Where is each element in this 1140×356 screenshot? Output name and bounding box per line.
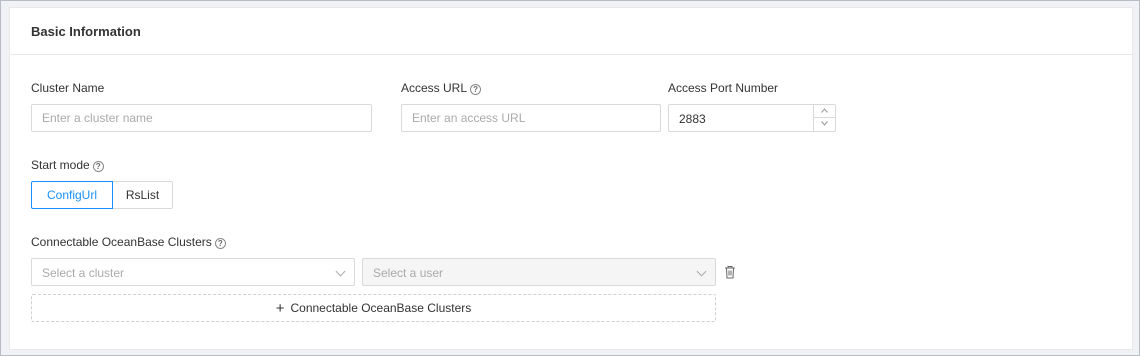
chevron-down-icon: [821, 121, 828, 126]
cluster-name-input[interactable]: [31, 104, 372, 132]
cluster-select[interactable]: Select a cluster: [31, 258, 355, 286]
start-mode-rslist-button[interactable]: RsList: [112, 181, 173, 209]
chevron-up-icon: [821, 108, 828, 113]
question-circle-icon[interactable]: ?: [92, 161, 104, 172]
start-mode-label: Start mode?: [31, 158, 104, 172]
user-select: Select a user: [362, 258, 716, 286]
add-connectable-cluster-button[interactable]: + Connectable OceanBase Clusters: [31, 294, 716, 322]
start-mode-configurl-button[interactable]: ConfigUrl: [31, 181, 113, 209]
trash-icon[interactable]: [724, 265, 736, 279]
access-port-value[interactable]: 2883: [679, 112, 706, 126]
connectable-clusters-label: Connectable OceanBase Clusters?: [31, 235, 226, 249]
plus-icon: +: [275, 300, 285, 317]
chevron-down-icon: [335, 266, 346, 277]
access-port-input[interactable]: 2883: [668, 104, 836, 132]
access-url-input[interactable]: [401, 104, 661, 132]
access-url-label: Access URL?: [401, 81, 482, 95]
section-title: Basic Information: [31, 24, 141, 39]
card-header: Basic Information: [10, 8, 1132, 55]
add-connectable-cluster-label: Connectable OceanBase Clusters: [290, 301, 472, 315]
cluster-name-label-text: Cluster Name: [31, 81, 105, 95]
access-port-label-text: Access Port Number: [668, 81, 779, 95]
window-frame: Basic Information Cluster Name Access UR…: [0, 0, 1140, 356]
cluster-name-label: Cluster Name: [31, 81, 104, 95]
cluster-select-placeholder: Select a cluster: [42, 266, 125, 280]
increment-button[interactable]: [814, 105, 835, 118]
question-circle-icon[interactable]: ?: [470, 84, 482, 95]
connectable-clusters-label-text: Connectable OceanBase Clusters: [31, 235, 212, 249]
access-url-label-text: Access URL: [401, 81, 468, 95]
chevron-down-icon: [696, 266, 707, 277]
access-port-label: Access Port Number: [668, 81, 778, 95]
number-stepper: [813, 105, 835, 131]
basic-information-card: Basic Information Cluster Name Access UR…: [9, 7, 1133, 350]
start-mode-label-text: Start mode: [31, 158, 90, 172]
decrement-button[interactable]: [814, 118, 835, 131]
question-circle-icon[interactable]: ?: [214, 238, 226, 249]
user-select-placeholder: Select a user: [373, 266, 444, 280]
